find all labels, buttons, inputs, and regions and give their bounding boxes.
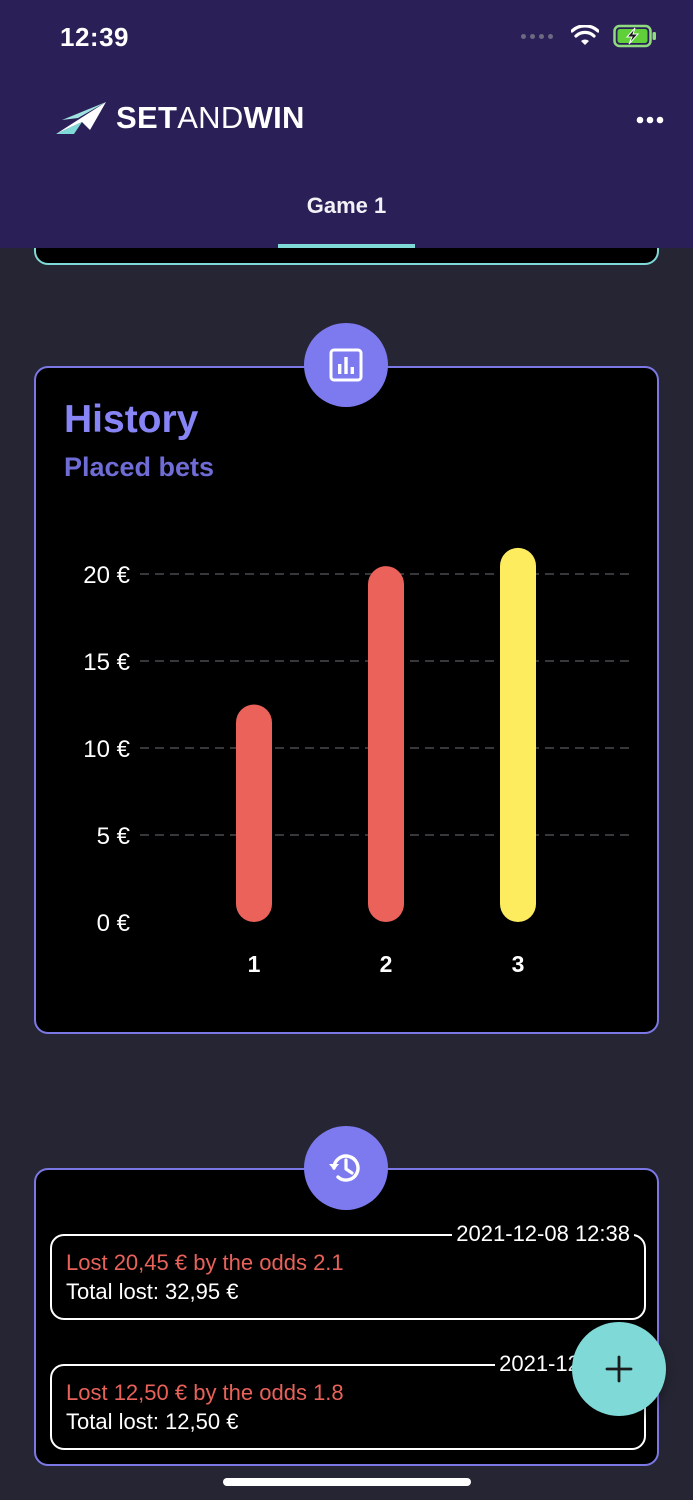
plus-icon (605, 1355, 633, 1383)
log-item[interactable]: 2021-12-08 12:38 Lost 20,45 € by the odd… (50, 1220, 646, 1320)
chart-badge (304, 323, 388, 407)
log-total-text: Total lost: 12,50 € (66, 1409, 239, 1434)
home-indicator (223, 1478, 471, 1486)
history-badge (304, 1126, 388, 1210)
bar-2[interactable] (368, 566, 404, 922)
add-bet-button[interactable] (572, 1322, 666, 1416)
x-tick-label: 2 (380, 951, 393, 977)
x-tick-label: 3 (512, 951, 525, 977)
status-time: 12:39 (60, 22, 129, 52)
log-date: 2021-12-08 12:38 (452, 1220, 634, 1248)
bar-chart-icon (329, 348, 363, 382)
app-header: 12:39 SETANDWIN Game 1 (0, 0, 693, 248)
bar-3[interactable] (500, 547, 536, 922)
y-tick-label: 5 € (97, 823, 131, 850)
tab-label: Game 1 (306, 193, 387, 218)
log-item[interactable]: 2021-12-08 1 Lost 12,50 € by the odds 1.… (50, 1350, 646, 1450)
more-horizontal-icon[interactable] (635, 110, 665, 130)
log-lost-text: Lost 20,45 € by the odds 2.1 (66, 1250, 344, 1275)
y-tick-label: 15 € (83, 649, 130, 676)
tab-game-1[interactable]: Game 1 (278, 180, 415, 248)
y-tick-label: 0 € (97, 910, 131, 937)
status-icons (521, 24, 657, 48)
wifi-icon (571, 25, 599, 45)
app-logo[interactable]: SETANDWIN (54, 100, 305, 136)
history-card: History Placed bets 0 €5 €10 €15 €20 €1 2… (34, 366, 659, 1034)
battery-charging-icon (613, 24, 656, 48)
x-tick-label: 1 (248, 951, 261, 977)
logo-text: SETANDWIN (116, 100, 305, 135)
history-icon (329, 1154, 360, 1182)
log-total-text: Total lost: 32,95 € (66, 1279, 239, 1304)
y-tick-label: 10 € (83, 736, 130, 763)
placed-bets-chart: 0 € 5 € 10 € 15 € 20 € 1 2 3 (83, 547, 632, 977)
bet-log-card: 2021-12-08 12:38 Lost 20,45 € by the odd… (34, 1168, 659, 1466)
paper-plane-logo-icon (56, 102, 106, 134)
log-lost-text: Lost 12,50 € by the odds 1.8 (66, 1380, 344, 1405)
bar-1[interactable] (236, 704, 272, 923)
tab-active-indicator (278, 244, 415, 248)
y-tick-label: 20 € (83, 562, 130, 589)
cellular-signal-icon (521, 33, 553, 39)
